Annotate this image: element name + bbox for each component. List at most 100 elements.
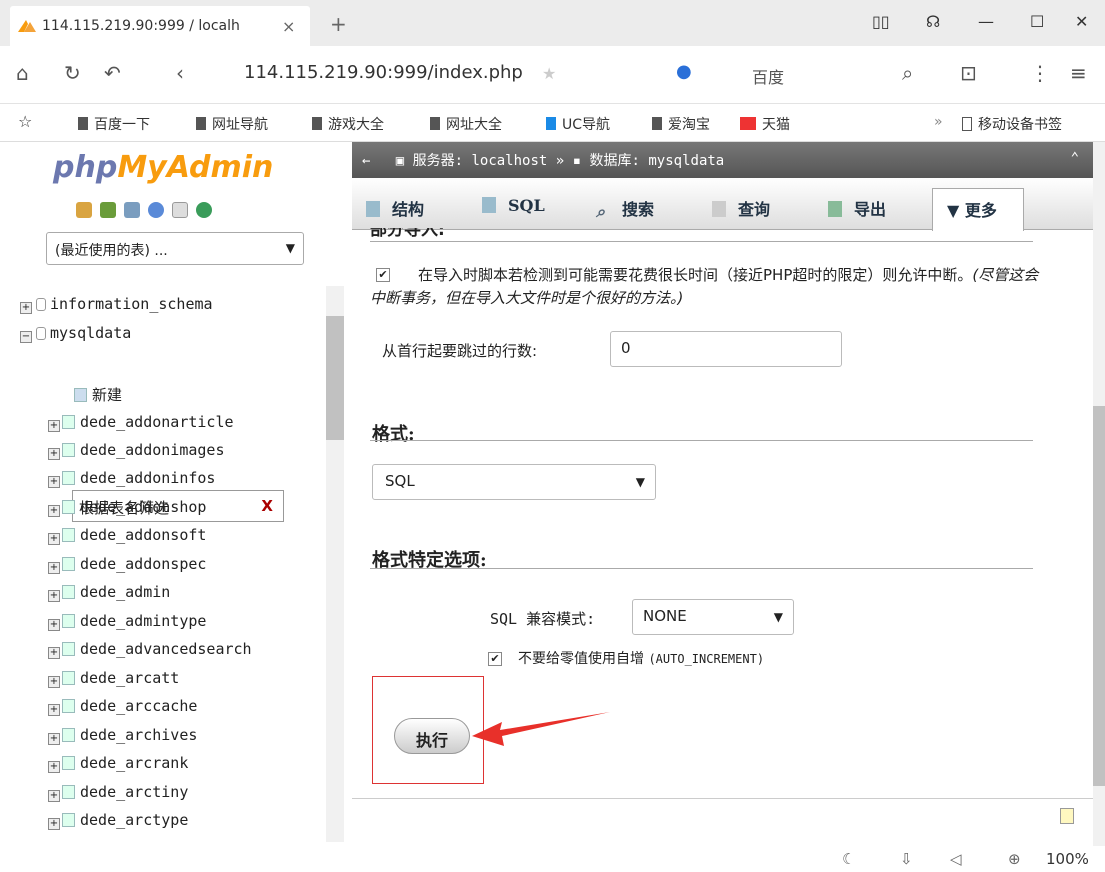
- bookmark-item[interactable]: 网址大全: [430, 114, 502, 134]
- zoom-level[interactable]: 100%: [1046, 850, 1089, 868]
- expand-icon[interactable]: +: [48, 476, 60, 488]
- cart-icon[interactable]: ⊡: [960, 61, 977, 85]
- bookmark-item[interactable]: 游戏大全: [312, 114, 384, 134]
- tree-table[interactable]: + dede_arctiny: [48, 783, 188, 809]
- docs-icon[interactable]: [148, 202, 164, 218]
- expand-icon[interactable]: +: [48, 790, 60, 802]
- hamburger-menu-icon[interactable]: ≡: [1070, 61, 1087, 85]
- table-icon: [62, 500, 75, 514]
- home-icon[interactable]: [76, 202, 92, 218]
- tree-new-table[interactable]: 新建: [72, 384, 122, 410]
- tree-table[interactable]: + dede_arccache: [48, 697, 197, 723]
- go-button[interactable]: 执行: [394, 718, 470, 754]
- skip-rows-input[interactable]: 0: [610, 331, 842, 367]
- expand-icon[interactable]: +: [48, 420, 60, 432]
- menu-dots-icon[interactable]: ⋮: [1030, 61, 1050, 85]
- expand-icon[interactable]: +: [48, 704, 60, 716]
- expand-icon[interactable]: +: [20, 302, 32, 314]
- allow-interrupt-checkbox[interactable]: ✔: [376, 268, 390, 282]
- sql-docs-icon[interactable]: [172, 202, 188, 218]
- tree-table[interactable]: + dede_arcatt: [48, 669, 179, 695]
- reload-icon[interactable]: ↻: [64, 61, 81, 85]
- bookmark-item[interactable]: 爱淘宝: [652, 114, 710, 134]
- night-mode-icon[interactable]: ☾: [842, 850, 855, 868]
- extension-icon[interactable]: ☊: [926, 12, 940, 31]
- new-tab-button[interactable]: +: [330, 12, 347, 36]
- expand-icon[interactable]: +: [48, 562, 60, 574]
- expand-icon[interactable]: +: [48, 533, 60, 545]
- minimize-icon[interactable]: —: [978, 12, 994, 31]
- expand-icon[interactable]: +: [48, 619, 60, 631]
- breadcrumb-database[interactable]: 数据库: mysqldata: [590, 153, 725, 169]
- phpmyadmin-logo[interactable]: phpMyAdmin: [53, 150, 273, 185]
- main-scrollbar-thumb[interactable]: [1093, 406, 1105, 786]
- zoom-in-icon[interactable]: ⊕: [1008, 850, 1021, 868]
- sidebar-toggle-icon[interactable]: ▯▯: [872, 12, 890, 31]
- tree-table[interactable]: + dede_admin: [48, 583, 170, 609]
- tree-table[interactable]: + dede_addonspec: [48, 555, 206, 581]
- tree-table[interactable]: + dede_addonimages: [48, 441, 225, 467]
- tree-db-mysqldata[interactable]: − mysqldata: [20, 324, 131, 350]
- tab-search[interactable]: ⌕ 搜索: [582, 188, 668, 228]
- tab-export[interactable]: 导出: [814, 188, 900, 228]
- tree-table[interactable]: + dede_arcrank: [48, 754, 188, 780]
- search-icon[interactable]: ⌕: [902, 61, 913, 85]
- tree-table[interactable]: + dede_addonarticle: [48, 413, 234, 439]
- expand-icon[interactable]: +: [48, 505, 60, 517]
- logout-icon[interactable]: [100, 202, 116, 218]
- bookmark-item[interactable]: 百度一下: [78, 114, 150, 134]
- collapse-icon[interactable]: −: [20, 331, 32, 343]
- expand-icon[interactable]: +: [48, 590, 60, 602]
- bookmark-item[interactable]: UC导航: [546, 114, 610, 134]
- database-icon: [36, 298, 46, 311]
- expand-icon[interactable]: +: [48, 818, 60, 830]
- tab-sql[interactable]: SQL: [468, 188, 559, 228]
- home-icon[interactable]: ⌂: [16, 61, 29, 85]
- collapse-up-icon[interactable]: ⌃: [1071, 150, 1079, 166]
- expand-icon[interactable]: +: [48, 448, 60, 460]
- tab-query[interactable]: 查询: [698, 188, 784, 228]
- tab-more[interactable]: ▼ 更多: [932, 188, 1024, 231]
- clear-filter-button[interactable]: X: [261, 497, 273, 515]
- sql-compat-select[interactable]: NONE ▼: [632, 599, 794, 635]
- format-select[interactable]: SQL ▼: [372, 464, 656, 500]
- browser-tab[interactable]: 114.115.219.90:999 / localh ×: [10, 6, 310, 46]
- navigation-scrollbar-thumb[interactable]: [326, 316, 344, 440]
- expand-icon[interactable]: +: [48, 676, 60, 688]
- expand-icon[interactable]: +: [48, 761, 60, 773]
- download-icon[interactable]: ⇩: [900, 850, 913, 868]
- undo-icon[interactable]: ↶: [104, 61, 121, 85]
- back-icon[interactable]: ‹: [176, 61, 184, 85]
- tree-table[interactable]: + dede_advancedsearch: [48, 640, 252, 666]
- tab-close-icon[interactable]: ×: [282, 17, 295, 36]
- breadcrumb-server[interactable]: 服务器: localhost: [413, 153, 548, 169]
- bookmark-item[interactable]: 天猫: [740, 114, 790, 134]
- search-engine-name[interactable]: 百度: [752, 64, 784, 88]
- tree-table[interactable]: + dede_admintype: [48, 612, 206, 638]
- query-window-icon[interactable]: [124, 202, 140, 218]
- sound-icon[interactable]: ◁: [950, 850, 962, 868]
- window-close-icon[interactable]: ✕: [1075, 12, 1088, 31]
- bookmarks-overflow[interactable]: »: [934, 114, 943, 130]
- tree-db-information-schema[interactable]: + information_schema: [20, 295, 213, 321]
- console-icon[interactable]: [1060, 808, 1074, 824]
- baidu-paw-icon[interactable]: ●: [676, 61, 692, 82]
- maximize-icon[interactable]: ☐: [1030, 12, 1044, 31]
- tree-table[interactable]: + dede_archives: [48, 726, 197, 752]
- expand-icon[interactable]: +: [48, 647, 60, 659]
- bookmark-star-icon[interactable]: ☆: [18, 112, 32, 131]
- tree-table[interactable]: + dede_addoninfos: [48, 469, 215, 495]
- tree-table[interactable]: + dede_arctype: [48, 811, 188, 837]
- mobile-bookmarks[interactable]: 移动设备书签: [962, 114, 1062, 134]
- tab-structure[interactable]: 结构: [352, 188, 438, 228]
- no-auto-value-checkbox[interactable]: ✔: [488, 652, 502, 666]
- back-arrow-icon[interactable]: ←: [362, 153, 370, 169]
- recent-tables-select[interactable]: (最近使用的表) ... ▼: [46, 232, 304, 265]
- address-bar[interactable]: 114.115.219.90:999/index.php: [244, 62, 523, 83]
- tree-table[interactable]: + dede_addonsoft: [48, 526, 206, 552]
- favorite-star-icon[interactable]: ★: [542, 64, 556, 83]
- bookmark-item[interactable]: 网址导航: [196, 114, 268, 134]
- tree-table[interactable]: + dede_addonshop: [48, 498, 206, 524]
- reload-nav-icon[interactable]: [196, 202, 212, 218]
- expand-icon[interactable]: +: [48, 733, 60, 745]
